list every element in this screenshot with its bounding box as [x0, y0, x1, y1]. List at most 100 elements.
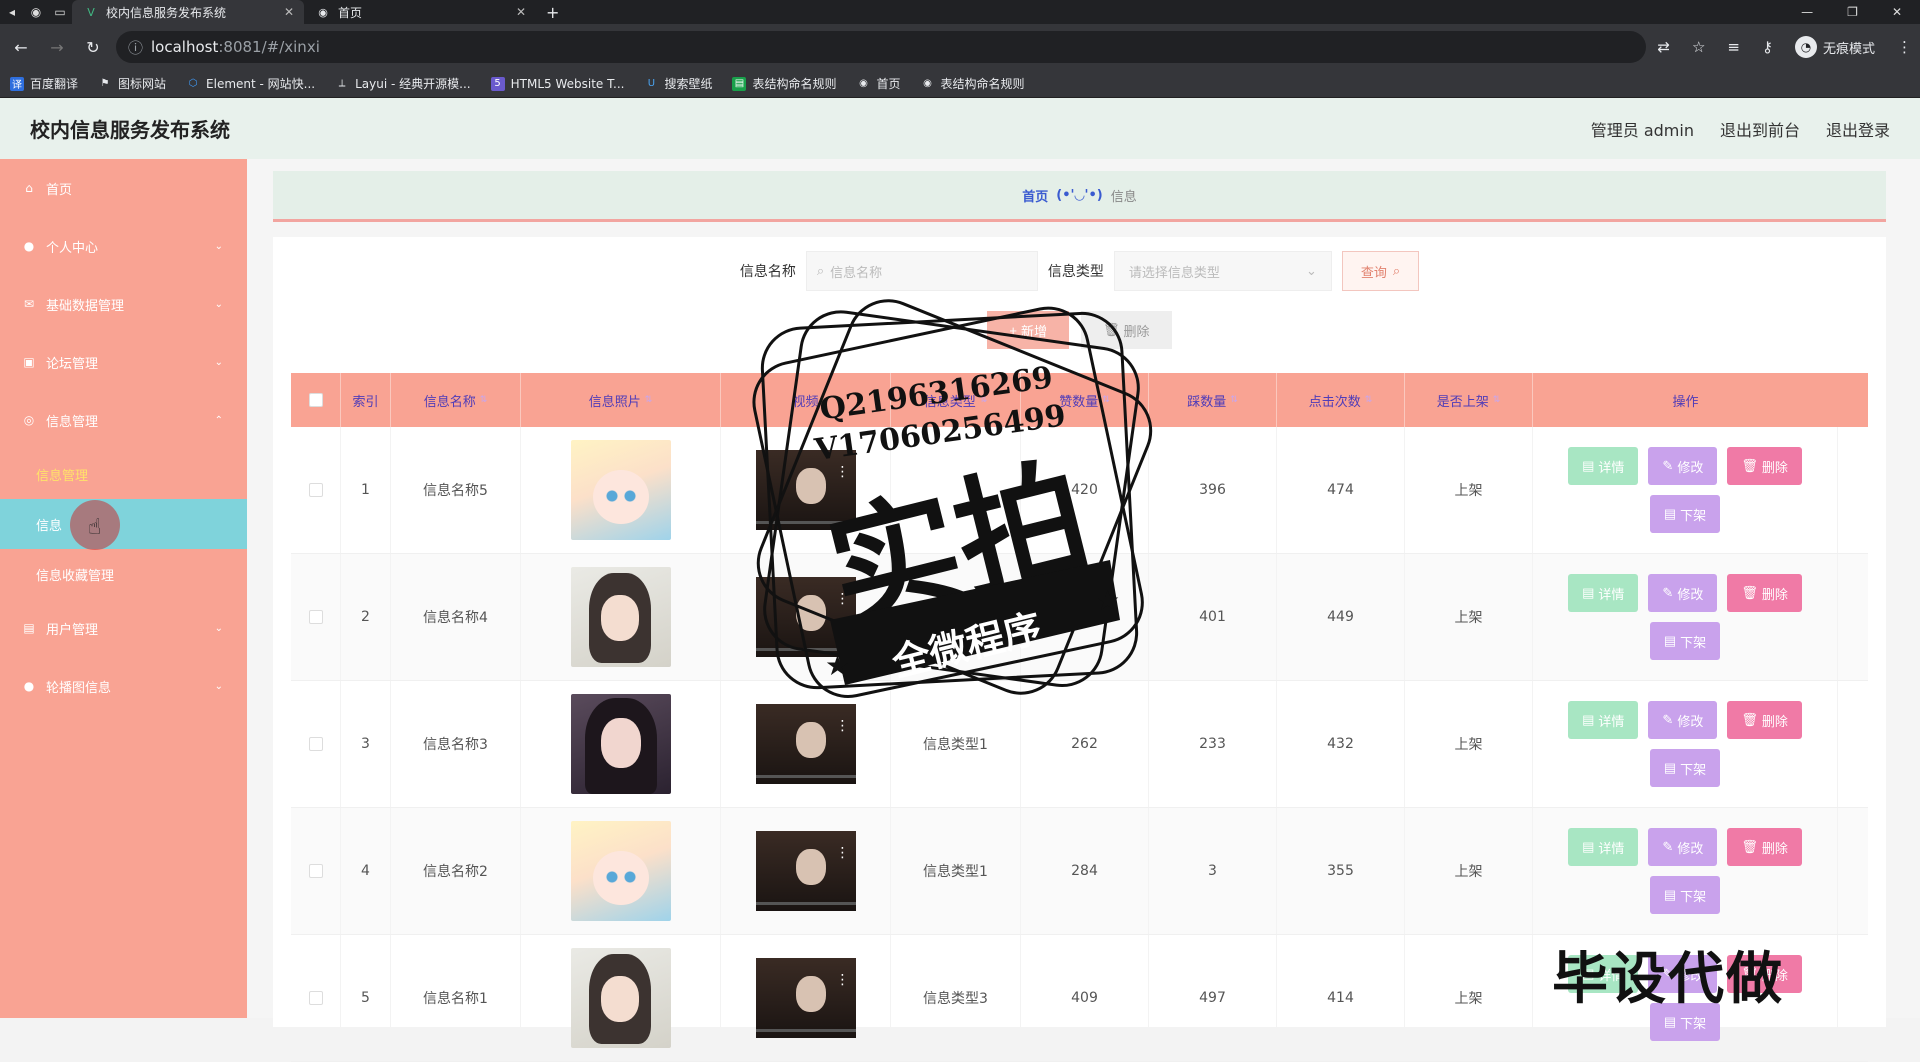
close-icon[interactable]: ✕ [516, 5, 526, 19]
take-down-button[interactable]: ▤ 下架 [1649, 749, 1721, 787]
delete-button[interactable]: 🗑 删除 [1727, 701, 1802, 739]
add-button[interactable]: + 新增 [987, 311, 1070, 349]
bookmark-item[interactable]: 译百度翻译 [10, 75, 78, 92]
row-checkbox[interactable] [308, 610, 323, 624]
bookmark-item[interactable]: ◉ 首页 [856, 75, 900, 92]
to-front-link[interactable]: 退出到前台 [1720, 117, 1800, 141]
row-photo[interactable] [570, 567, 671, 667]
row-video[interactable]: ⋮ [755, 577, 856, 657]
sidebar-item-profile[interactable]: ● 个人中心 ⌄ [0, 217, 247, 275]
incognito-badge[interactable]: ◔ 无痕模式 [1794, 36, 1875, 58]
video-progress[interactable] [755, 775, 856, 778]
bookmark-item[interactable]: ▤ 表结构命名规则 [732, 75, 836, 92]
back-icon[interactable]: ← [8, 38, 34, 57]
detail-button[interactable]: ▤ 详情 [1568, 574, 1639, 612]
bookmark-item[interactable]: ◉ 表结构命名规则 [921, 75, 1024, 92]
more-icon[interactable]: ⋮ [836, 972, 850, 988]
type-select[interactable]: 请选择信息类型 ⌄ [1113, 251, 1332, 291]
row-video[interactable]: ⋮ [755, 450, 856, 530]
sidebar-item-carousel[interactable]: ● 轮播图信息 ⌄ [0, 657, 247, 715]
sort-icon[interactable]: ⇅ [1493, 395, 1501, 405]
more-icon[interactable]: ⋮ [836, 718, 850, 734]
row-photo[interactable] [570, 440, 671, 540]
sidebar-item-info[interactable]: ◎ 信息管理 ⌃ [0, 391, 247, 449]
reload-icon[interactable]: ↻ [80, 38, 106, 57]
edit-button[interactable]: ✎ 修改 [1648, 447, 1718, 485]
select-all-checkbox[interactable] [308, 393, 323, 407]
more-icon[interactable]: ⋮ [836, 591, 850, 607]
take-down-button[interactable]: ▤ 下架 [1649, 495, 1721, 533]
minimize-icon[interactable]: — [1801, 5, 1813, 19]
sidebar-item-users[interactable]: ▤ 用户管理 ⌄ [0, 599, 247, 657]
bookmark-item[interactable]: ⚑ 图标网站 [98, 75, 167, 92]
col-header-type[interactable]: 信息类型 ⇅ [891, 373, 1021, 427]
batch-delete-button[interactable]: 🗑 删除 [1081, 311, 1172, 349]
delete-button[interactable]: 🗑 删除 [1727, 574, 1802, 612]
breadcrumb-home[interactable]: 首页 [1022, 186, 1048, 205]
row-checkbox[interactable] [308, 483, 323, 497]
star-icon[interactable]: ☆ [1692, 38, 1705, 56]
sidebar-item-forum[interactable]: ▣ 论坛管理 ⌄ [0, 333, 247, 391]
row-video[interactable]: ⋮ [755, 831, 856, 911]
key-icon[interactable]: ⚷ [1762, 38, 1773, 56]
reading-list-icon[interactable]: ≡ [1727, 38, 1740, 56]
more-icon[interactable]: ⋮ [836, 845, 850, 861]
sort-icon[interactable]: ⇅ [1365, 395, 1373, 405]
sort-icon[interactable]: ⇅ [480, 395, 488, 405]
row-video[interactable]: ⋮ [755, 958, 856, 1038]
name-search-input[interactable]: ⌕ 信息名称 [805, 251, 1038, 291]
info-icon[interactable]: ⓘ [128, 37, 143, 58]
tab-active[interactable]: V 校内信息服务发布系统 ✕ [72, 0, 304, 24]
take-down-button[interactable]: ▤ 下架 [1649, 622, 1721, 660]
edit-button[interactable]: ✎ 修改 [1648, 701, 1718, 739]
bookmark-item[interactable]: ⬡ Element - 网站快... [186, 75, 315, 92]
tab-home[interactable]: ◉ 首页 ✕ [304, 0, 536, 24]
sort-icon[interactable]: ⇅ [1230, 395, 1238, 405]
row-photo[interactable] [570, 948, 671, 1048]
video-progress[interactable] [755, 1029, 856, 1032]
col-header-photo[interactable]: 信息照片 ⇅ [521, 373, 721, 427]
detail-button[interactable]: ▤ 详情 [1568, 828, 1639, 866]
row-checkbox[interactable] [308, 991, 323, 1005]
detail-button[interactable]: ▤ 详情 [1568, 701, 1639, 739]
sidebar-subitem-favorites[interactable]: 信息收藏管理 [0, 549, 247, 599]
sidebar-item-base-data[interactable]: ✉ 基础数据管理 ⌄ [0, 275, 247, 333]
window-icon[interactable]: ▭ [48, 0, 72, 24]
forward-icon[interactable]: → [44, 38, 70, 57]
sort-icon[interactable]: ⇅ [645, 395, 653, 405]
sort-icon[interactable]: ⇅ [1102, 395, 1110, 405]
col-header-clicks[interactable]: 点击次数 ⇅ [1277, 373, 1405, 427]
translate-icon[interactable]: ⇄ [1657, 38, 1670, 56]
new-tab-icon[interactable]: + [536, 3, 569, 22]
row-checkbox[interactable] [308, 864, 323, 878]
delete-button[interactable]: 🗑 删除 [1727, 447, 1802, 485]
bookmark-item[interactable]: ⟂ Layui - 经典开源模... [335, 75, 471, 92]
row-photo[interactable] [570, 821, 671, 921]
sidebar-subitem-info[interactable]: 信息 [0, 499, 247, 549]
sidebar-subitem-info-manage[interactable]: 信息管理 [0, 449, 247, 499]
sort-icon[interactable]: ⇅ [980, 395, 988, 405]
bookmark-item[interactable]: 5 HTML5 Website T... [490, 76, 624, 91]
row-checkbox[interactable] [308, 737, 323, 751]
close-window-icon[interactable]: ✕ [1892, 5, 1902, 19]
bookmark-item[interactable]: U 搜索壁纸 [644, 75, 713, 92]
restore-icon[interactable]: ❐ [1847, 5, 1858, 19]
col-header-dislikes[interactable]: 踩数量 ⇅ [1149, 373, 1277, 427]
video-progress[interactable] [755, 648, 856, 651]
col-header-likes[interactable]: 赞数量 ⇅ [1021, 373, 1149, 427]
row-video[interactable]: ⋮ [755, 704, 856, 784]
url-input[interactable]: ⓘ localhost:8081/#/xinxi [116, 31, 1646, 63]
edit-button[interactable]: ✎ 修改 [1648, 574, 1718, 612]
detail-button[interactable]: ▤ 详情 [1568, 447, 1639, 485]
row-photo[interactable] [570, 694, 671, 794]
menu-icon[interactable]: ⋮ [1897, 38, 1912, 56]
logout-link[interactable]: 退出登录 [1826, 117, 1890, 141]
close-icon[interactable]: ✕ [284, 5, 294, 19]
delete-button[interactable]: 🗑 删除 [1727, 828, 1802, 866]
speaker-icon[interactable]: ◂ [0, 0, 24, 24]
col-header-name[interactable]: 信息名称 ⇅ [391, 373, 521, 427]
video-progress[interactable] [755, 521, 856, 524]
edit-button[interactable]: ✎ 修改 [1648, 828, 1718, 866]
sidebar-item-home[interactable]: ⌂ 首页 [0, 159, 247, 217]
query-button[interactable]: 查询 ⌕ [1341, 251, 1420, 291]
